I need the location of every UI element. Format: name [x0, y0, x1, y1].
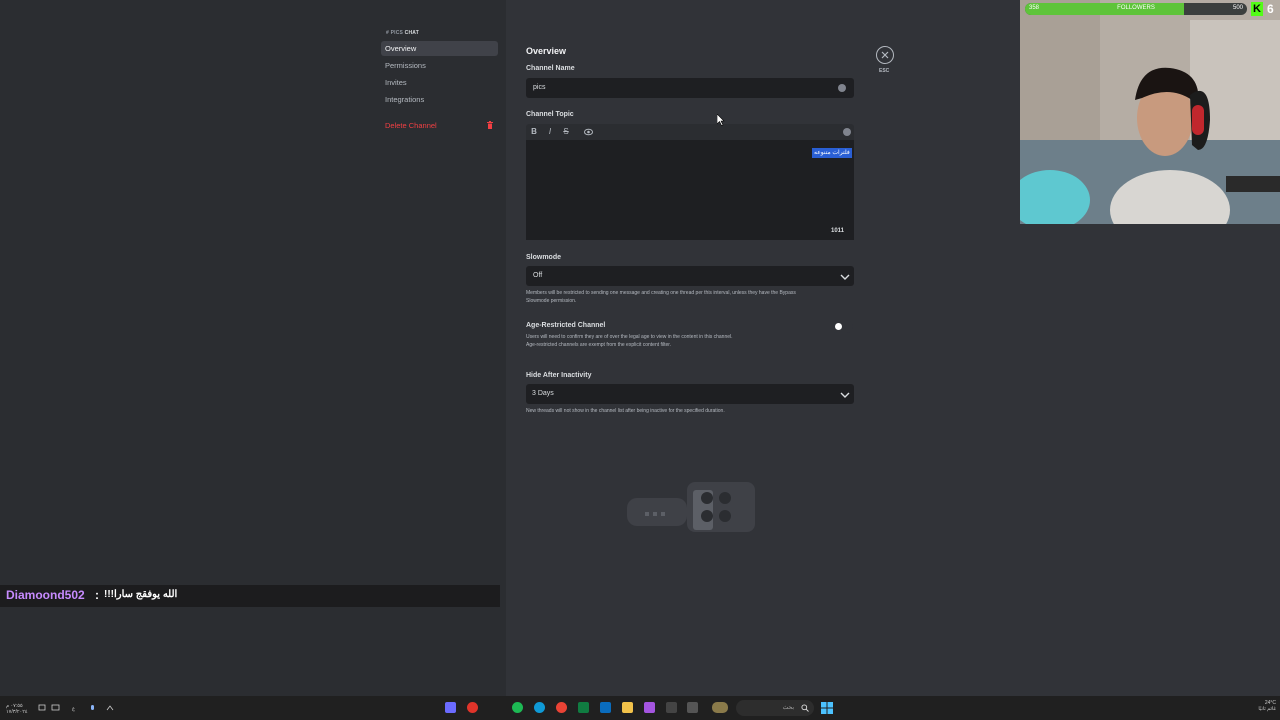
mouse-cursor-icon [717, 114, 725, 126]
taskbar-app-icon[interactable] [644, 702, 655, 713]
kick-badge-number: 6 [1267, 2, 1274, 16]
taskbar-search[interactable]: بحث [736, 700, 814, 716]
slowmode-select[interactable]: Off [526, 266, 854, 286]
close-settings-button[interactable] [876, 46, 894, 64]
page-title: Overview [526, 46, 567, 56]
emoji-icon[interactable] [838, 84, 846, 92]
topic-selected-text: فلترات متنوعه [812, 148, 852, 158]
excel-icon[interactable] [578, 702, 589, 713]
close-icon [881, 51, 889, 59]
followers-label: FOLLOWERS [1117, 5, 1155, 11]
bold-icon[interactable]: B [529, 127, 539, 136]
age-restricted-help: Users will need to confirm they are of o… [526, 334, 733, 348]
toggle-knob [835, 323, 842, 330]
sidebar-category: # PICS CHAT [386, 30, 419, 36]
delete-channel-button[interactable]: Delete Channel [381, 118, 498, 133]
channel-name-input[interactable]: pics [526, 78, 854, 98]
search-icon [801, 704, 809, 712]
hide-inactivity-label: Hide After Inactivity [526, 372, 592, 379]
taskbar-app-icon[interactable] [600, 702, 611, 713]
weather-widget[interactable]: 24°C غائم ثانيًا [1232, 700, 1276, 712]
system-tray-icons[interactable]: ع [38, 704, 118, 712]
slowmode-label: Slowmode [526, 254, 562, 261]
hide-inactivity-value: 3 Days [532, 390, 554, 397]
webcam-overlay [1020, 0, 1280, 224]
search-highlight-icon[interactable] [712, 702, 728, 713]
taskbar-app-icon[interactable] [687, 702, 698, 713]
topic-char-count: 1011 [831, 228, 845, 234]
sidebar-item-integrations[interactable]: Integrations [381, 92, 498, 107]
svg-text:ع: ع [72, 706, 75, 712]
chat-message: الله يوفقج سارا!!! [104, 589, 178, 600]
spoiler-eye-icon[interactable] [584, 128, 593, 136]
taskbar-app-icon[interactable] [445, 702, 456, 713]
sidebar-item-permissions[interactable]: Permissions [381, 58, 498, 73]
hide-inactivity-help: New threads will not show in the channel… [526, 408, 725, 414]
esc-label: ESC [879, 68, 890, 74]
followers-goal-bar: 358 FOLLOWERS 500 [1025, 3, 1247, 15]
channel-name-label: Channel Name [526, 65, 575, 72]
taskbar-clock[interactable]: ٠٧:٥٥ م ١٧/٣/٢٠٢٤ [6, 703, 28, 715]
windows-start-icon[interactable] [821, 702, 833, 714]
chrome-icon[interactable] [556, 702, 567, 713]
chat-username: Diamoond502 [6, 588, 85, 602]
slowmode-help: Members will be restricted to sending on… [526, 290, 796, 304]
channel-topic-textarea[interactable] [526, 140, 854, 240]
italic-icon[interactable]: I [545, 127, 555, 136]
topic-formatting-toolbar [526, 124, 854, 140]
windows-taskbar [0, 696, 1280, 720]
age-restricted-label: Age-Restricted Channel [526, 322, 606, 329]
trash-icon[interactable] [487, 121, 493, 129]
stream-chat-overlay: Diamoond502 : الله يوفقج سارا!!! [0, 585, 500, 607]
slowmode-value: Off [533, 272, 543, 279]
edge-icon[interactable] [534, 702, 545, 713]
sidebar-item-overview[interactable]: Overview [381, 41, 498, 56]
kick-logo: K [1251, 2, 1263, 16]
chevron-down-icon[interactable] [840, 273, 850, 281]
hide-inactivity-select[interactable]: 3 Days [526, 384, 854, 404]
streamer-video [1020, 0, 1280, 224]
boost-illustration [627, 482, 755, 532]
search-placeholder: بحث [782, 705, 794, 711]
followers-goal: 500 [1232, 5, 1243, 11]
chevron-down-icon[interactable] [840, 391, 850, 399]
spotify-icon[interactable] [512, 702, 523, 713]
sidebar-item-invites[interactable]: Invites [381, 75, 498, 90]
strikethrough-icon[interactable]: S [561, 127, 571, 136]
taskbar-app-icon[interactable] [666, 702, 677, 713]
file-explorer-icon[interactable] [622, 702, 633, 713]
chat-separator: : [95, 588, 99, 602]
topic-emoji-icon[interactable] [843, 128, 851, 136]
taskbar-app-icon[interactable] [467, 702, 478, 713]
channel-topic-label: Channel Topic [526, 111, 574, 118]
channel-name-value: pics [533, 84, 546, 91]
